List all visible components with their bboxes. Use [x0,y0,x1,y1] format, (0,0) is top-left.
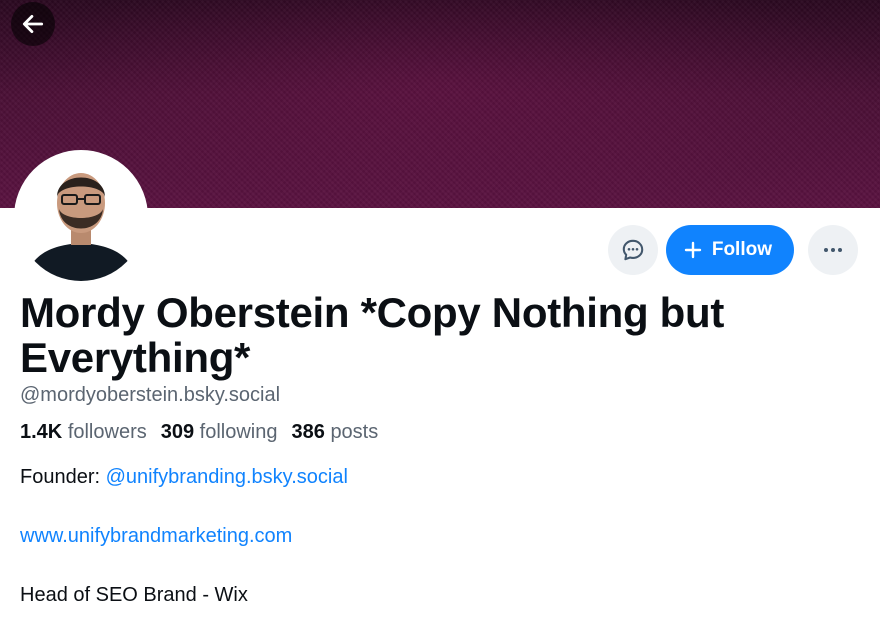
following-label: following [199,421,278,443]
follow-button[interactable]: Follow [665,225,794,275]
posts-label: posts [330,421,379,443]
follow-label: Follow [711,239,772,260]
display-name: Mordy Oberstein *Copy Nothing but Everyt… [20,289,725,381]
followers-label: followers [67,421,147,443]
followers-stat[interactable]: 1.4K followers [20,421,147,444]
posts-stat: 386 posts [292,421,379,444]
plus-icon [684,241,702,259]
bio-founder-prefix: Founder: [20,466,106,488]
message-icon [622,239,644,261]
avatar[interactable] [14,150,148,284]
arrow-left-icon [22,15,44,33]
bio-website-line: www.unifybrandmarketing.com [20,524,348,548]
bio-role-line: Head of SEO Brand - Wix [20,584,248,606]
following-stat[interactable]: 309 following [161,421,278,444]
profile-actions: Follow [607,225,858,275]
profile-handle: @mordyoberstein.bsky.social [20,384,281,406]
bio-founder-line: Founder: @unifybranding.bsky.social [20,465,348,489]
following-count: 309 [160,421,195,443]
profile-bio: Founder: @unifybranding.bsky.social www.… [20,465,348,642]
website-link[interactable]: www.unifybrandmarketing.com [20,525,292,547]
more-icon [824,248,842,252]
posts-count: 386 [291,421,325,443]
back-button[interactable] [11,2,55,46]
followers-count: 1.4K [20,421,63,443]
more-options-button[interactable] [808,225,858,275]
mention-link[interactable]: @unifybranding.bsky.social [106,466,348,488]
message-button[interactable] [607,225,658,275]
profile-stats: 1.4K followers 309 following 386 posts [20,421,378,444]
